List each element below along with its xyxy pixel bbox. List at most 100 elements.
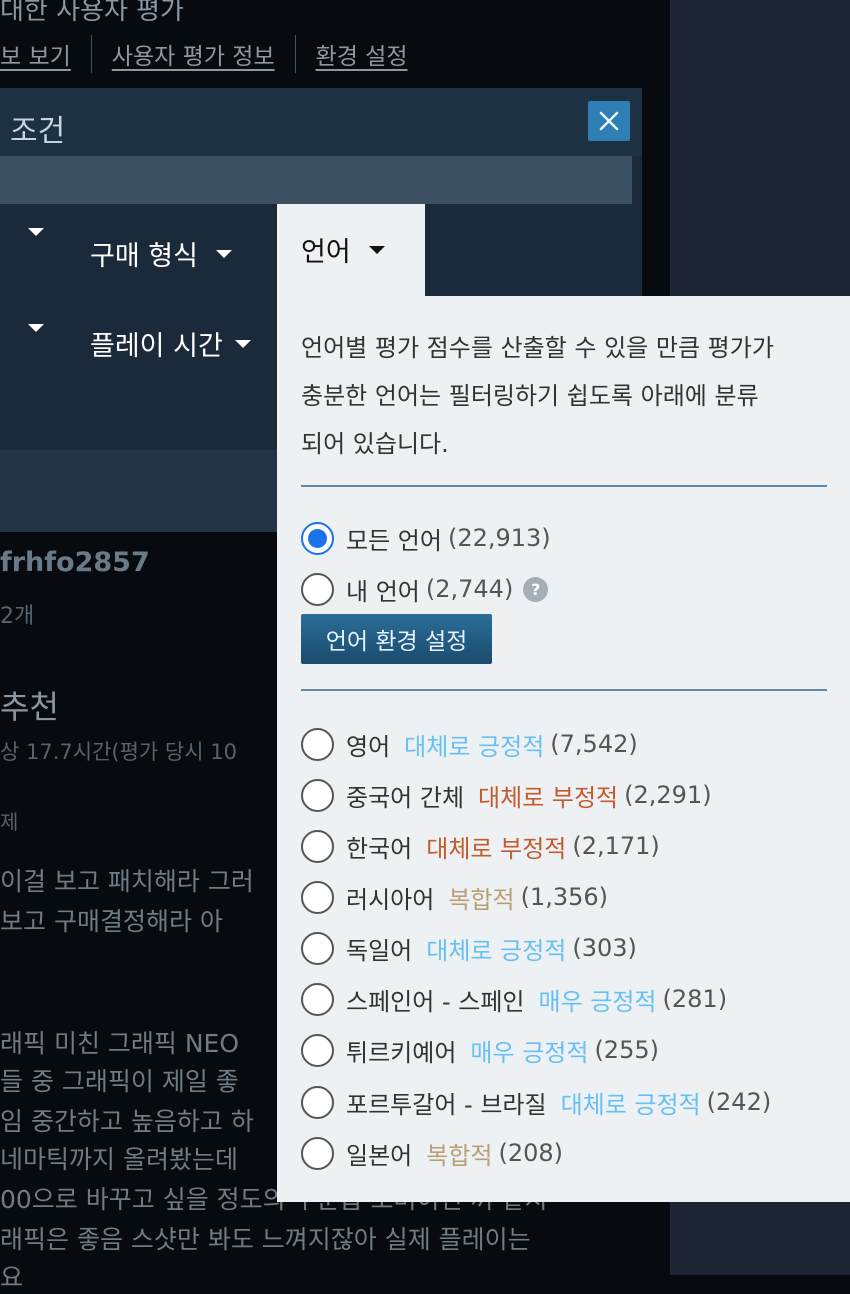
option-language[interactable]: 일본어 복합적 (208) — [301, 1133, 563, 1173]
language-name: 러시아어 — [346, 885, 435, 914]
language-name: 스페인어 - 스페인 — [346, 987, 525, 1016]
language-filter-description: 언어별 평가 점수를 산출할 수 있을 만큼 평가가 충분한 언어는 필터링하기… — [301, 324, 831, 468]
review-playtime: 상 17.7시간(평가 당시 10 — [0, 740, 237, 764]
language-rating: 매우 긍정적 — [470, 1038, 589, 1067]
tab-language[interactable]: 언어 — [277, 204, 425, 296]
radio-button[interactable] — [301, 982, 334, 1016]
chevron-down-icon — [28, 228, 44, 236]
link-separator — [294, 35, 296, 73]
language-count: (255) — [594, 1036, 659, 1064]
option-language[interactable]: 스페인어 - 스페인 매우 긍정적 (281) — [301, 979, 727, 1019]
review-count: 2개 — [0, 604, 35, 629]
language-count: (281) — [662, 985, 728, 1013]
language-count: (2,291) — [624, 781, 712, 809]
radio-button[interactable] — [301, 521, 334, 555]
review-info-link[interactable]: 사용자 평가 정보 — [112, 37, 275, 71]
review-text-line: 임 중간하고 높음하고 하 — [0, 1107, 254, 1136]
language-preferences-button[interactable]: 언어 환경 설정 — [301, 614, 492, 664]
language-name: 중국어 간체 — [346, 783, 465, 812]
option-language[interactable]: 러시아어 복합적 (1,356) — [301, 877, 608, 917]
language-rating: 복합적 — [426, 1141, 493, 1170]
dialog-title-bar: 조건 — [0, 88, 642, 156]
language-count: (242) — [706, 1088, 772, 1116]
tab-language-label-wrap: 언어 — [301, 230, 385, 269]
divider — [301, 689, 827, 691]
language-name: 한국어 — [346, 834, 413, 863]
review-text-line: 래픽 미친 그래픽 NEO — [0, 1029, 240, 1058]
language-rating: 매우 긍정적 — [538, 987, 657, 1016]
language-name: 영어 — [346, 732, 391, 761]
review-text-line: 보고 구매결정해라 아 — [0, 907, 223, 936]
header-links: 보 보기 사용자 평가 정보 환경 설정 — [0, 34, 408, 74]
language-name: 포르투갈어 - 브라질 — [346, 1090, 547, 1119]
tab-purchase-type[interactable]: 구매 형식 — [90, 234, 232, 273]
review-note: 제 — [0, 810, 19, 834]
tab-playtime[interactable]: 플레이 시간 — [90, 324, 251, 363]
option-count: (22,913) — [447, 524, 551, 552]
review-username[interactable]: frhfo2857 — [0, 547, 150, 578]
tab-label: 구매 형식 — [90, 241, 198, 272]
language-count: (1,356) — [520, 883, 609, 911]
option-language[interactable]: 한국어 대체로 부정적 (2,171) — [301, 826, 660, 866]
radio-button[interactable] — [301, 931, 334, 965]
option-language[interactable]: 독일어 대체로 긍정적 (303) — [301, 928, 637, 968]
language-rating: 대체로 긍정적 — [560, 1090, 701, 1119]
option-language[interactable]: 튀르키예어 매우 긍정적 (255) — [301, 1030, 659, 1070]
language-rating: 대체로 부정적 — [478, 783, 619, 812]
language-filter-dropdown: 언어별 평가 점수를 산출할 수 있을 만큼 평가가 충분한 언어는 필터링하기… — [277, 296, 850, 1202]
radio-button[interactable] — [301, 1136, 334, 1170]
chevron-down-icon — [28, 324, 44, 332]
review-text-line: 네마틱까지 올려봤는데 — [0, 1145, 238, 1174]
option-language[interactable]: 포르투갈어 - 브라질 대체로 긍정적 (242) — [301, 1082, 771, 1122]
description-line: 충분한 언어는 필터링하기 쉽도록 아래에 분류 — [301, 382, 759, 410]
radio-dot-icon — [308, 528, 327, 548]
language-rating: 대체로 부정적 — [426, 834, 567, 863]
option-label: 내 언어 — [346, 577, 420, 606]
close-icon — [599, 111, 619, 131]
chevron-down-icon — [234, 339, 251, 348]
review-text-line: 이걸 보고 패치해라 그러 — [0, 867, 254, 896]
dialog-header-band — [0, 156, 632, 204]
option-my-languages[interactable]: 내 언어 (2,744) ? — [301, 569, 549, 609]
language-rating: 복합적 — [448, 885, 515, 914]
description-line: 언어별 평가 점수를 산출할 수 있을 만큼 평가가 — [301, 334, 774, 362]
review-verdict: 추천 — [0, 688, 59, 726]
dialog-title: 조건 — [10, 114, 66, 149]
option-count: (2,744) — [425, 575, 514, 603]
language-rating: 대체로 긍정적 — [404, 732, 545, 761]
review-text-line: 요 — [0, 1263, 24, 1292]
radio-button[interactable] — [301, 829, 334, 863]
close-button[interactable] — [588, 101, 630, 141]
language-count: (303) — [572, 934, 637, 962]
language-rating: 대체로 긍정적 — [426, 936, 567, 965]
option-language[interactable]: 영어 대체로 긍정적 (7,542) — [301, 724, 638, 764]
page-title: 대한 사용자 평가 — [0, 0, 184, 26]
settings-link[interactable]: 환경 설정 — [316, 37, 408, 71]
chevron-down-icon — [215, 249, 232, 258]
radio-button[interactable] — [301, 778, 334, 812]
chevron-down-icon — [368, 245, 385, 254]
option-label: 모든 언어 — [346, 526, 442, 555]
link-separator — [90, 35, 92, 73]
tab-label: 언어 — [301, 237, 351, 268]
language-count: (208) — [498, 1139, 564, 1167]
language-name: 독일어 — [346, 936, 413, 965]
language-name: 일본어 — [346, 1141, 413, 1170]
option-all-languages[interactable]: 모든 언어 (22,913) — [301, 518, 551, 558]
tab-previous-dropdown[interactable] — [10, 228, 44, 236]
radio-button[interactable] — [301, 727, 334, 761]
help-icon[interactable]: ? — [523, 576, 549, 602]
review-text-line: 래픽은 좋음 스샷만 봐도 느껴지잖아 실제 플레이는 — [0, 1225, 531, 1254]
view-link[interactable]: 보 보기 — [0, 37, 71, 71]
language-count: (7,542) — [550, 730, 638, 758]
tab-previous-dropdown-2[interactable] — [10, 324, 44, 332]
review-text-line: 들 중 그래픽이 제일 좋 — [0, 1067, 239, 1096]
option-language[interactable]: 중국어 간체 대체로 부정적 (2,291) — [301, 775, 712, 815]
radio-button[interactable] — [301, 880, 334, 914]
language-count: (2,171) — [572, 832, 660, 860]
language-name: 튀르키예어 — [346, 1038, 457, 1067]
radio-button[interactable] — [301, 1033, 334, 1067]
radio-button[interactable] — [301, 572, 334, 606]
radio-button[interactable] — [301, 1085, 334, 1119]
tab-label: 플레이 시간 — [90, 331, 223, 362]
